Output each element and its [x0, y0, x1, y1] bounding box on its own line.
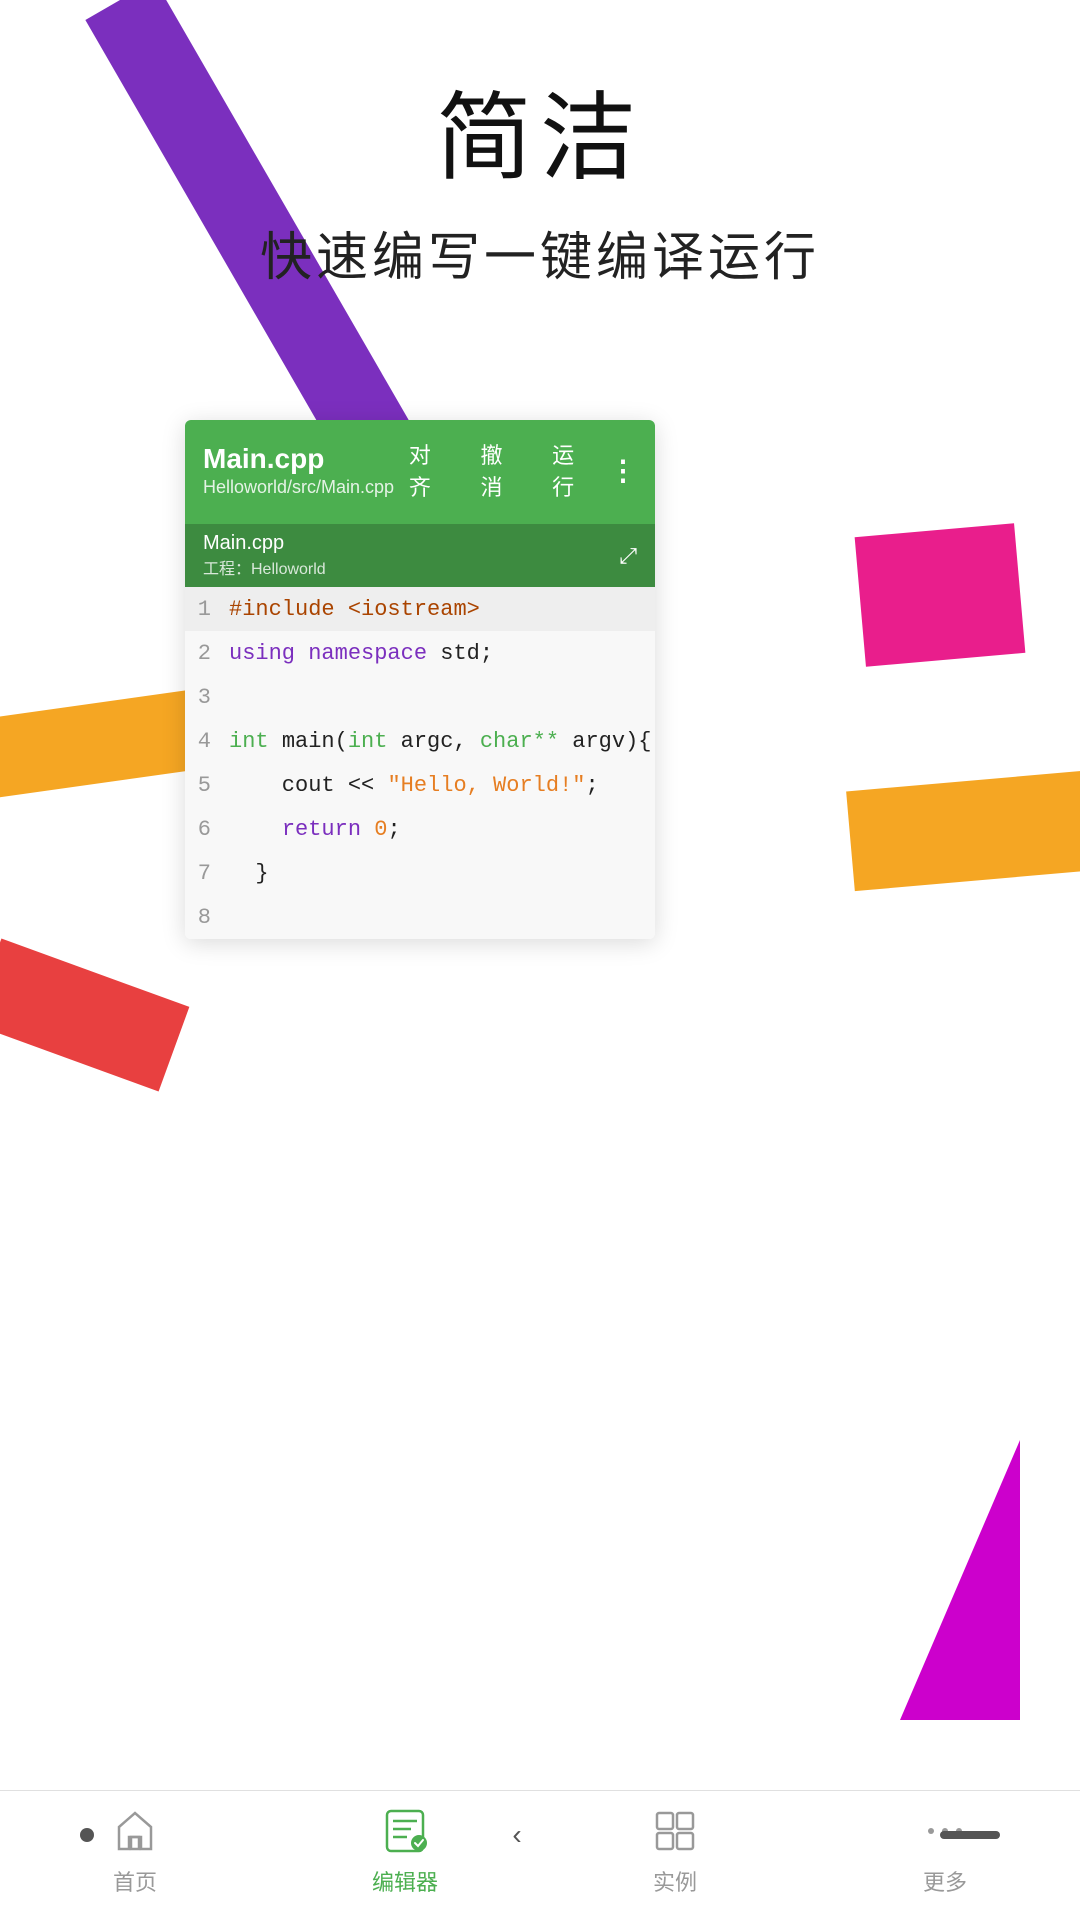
toolbar-file-info: Main.cpp Helloworld/src/Main.cpp [203, 443, 394, 498]
back-button[interactable]: ‹ [512, 1819, 521, 1851]
line-number-1: 1 [185, 597, 221, 622]
line-content-2: using namespace std; [221, 637, 501, 670]
code-area[interactable]: 1 #include <iostream> 2 using namespace … [185, 587, 655, 939]
nav-label-editor: 编辑器 [372, 1865, 438, 1897]
code-line-8: 8 [185, 895, 655, 939]
orange-rect-right-shape [846, 769, 1080, 891]
code-line-7: 7 } [185, 851, 655, 895]
toolbar-filepath: Helloworld/src/Main.cpp [203, 477, 394, 498]
more-options-icon[interactable]: ⋮ [609, 454, 637, 487]
editor-toolbar: Main.cpp Helloworld/src/Main.cpp 对齐 撤消 运… [185, 420, 655, 524]
code-line-2: 2 using namespace std; [185, 631, 655, 675]
line-content-4: int main(int argc, char** argv){ [221, 725, 655, 758]
header-section: 简洁 快速编写一键编译运行 [0, 60, 1080, 290]
nav-label-more: 更多 [923, 1865, 967, 1897]
line-content-8 [221, 913, 237, 921]
editor-tab-info: Main.cpp 工程：Helloworld [203, 532, 326, 579]
line-content-6: return 0; [221, 813, 409, 846]
line-content-7: } [221, 857, 277, 890]
editor-card: Main.cpp Helloworld/src/Main.cpp 对齐 撤消 运… [185, 420, 655, 939]
code-line-6: 6 return 0; [185, 807, 655, 851]
line-number-8: 8 [185, 905, 221, 930]
toolbar-top: Main.cpp Helloworld/src/Main.cpp 对齐 撤消 运… [203, 434, 637, 506]
code-line-4: 4 int main(int argc, char** argv){ [185, 719, 655, 763]
toolbar-filename: Main.cpp [203, 443, 394, 475]
line-number-4: 4 [185, 729, 221, 754]
line-number-3: 3 [185, 685, 221, 710]
nav-label-home: 首页 [113, 1865, 157, 1897]
undo-button[interactable]: 撤消 [466, 434, 518, 506]
line-number-2: 2 [185, 641, 221, 666]
line-number-6: 6 [185, 817, 221, 842]
expand-icon[interactable]: ⤢ [619, 543, 637, 569]
line-number-5: 5 [185, 773, 221, 798]
line-number-7: 7 [185, 861, 221, 886]
system-dot [80, 1828, 94, 1842]
code-line-3: 3 [185, 675, 655, 719]
home-pill[interactable] [940, 1831, 1000, 1839]
toolbar-actions: 对齐 撤消 运行 ⋮ [394, 434, 637, 506]
editor-tab-project: 工程：Helloworld [203, 555, 326, 579]
code-line-1: 1 #include <iostream> [185, 587, 655, 631]
pink-rect-shape [855, 523, 1026, 666]
system-bar: ‹ [0, 1810, 1080, 1860]
line-content-5: cout << "Hello, World!"; [221, 769, 607, 802]
run-button[interactable]: 运行 [537, 434, 589, 506]
main-title: 简洁 [0, 60, 1080, 199]
line-content-1: #include <iostream> [221, 593, 488, 626]
editor-tab-bar: Main.cpp 工程：Helloworld ⤢ [185, 524, 655, 587]
nav-label-examples: 实例 [653, 1865, 697, 1897]
align-button[interactable]: 对齐 [394, 434, 446, 506]
line-content-3 [221, 693, 237, 701]
editor-tab-name: Main.cpp [203, 532, 326, 555]
magenta-triangle-shape [900, 1440, 1020, 1720]
sub-title: 快速编写一键编译运行 [0, 215, 1080, 290]
code-line-5: 5 cout << "Hello, World!"; [185, 763, 655, 807]
red-rect-shape [0, 939, 189, 1092]
